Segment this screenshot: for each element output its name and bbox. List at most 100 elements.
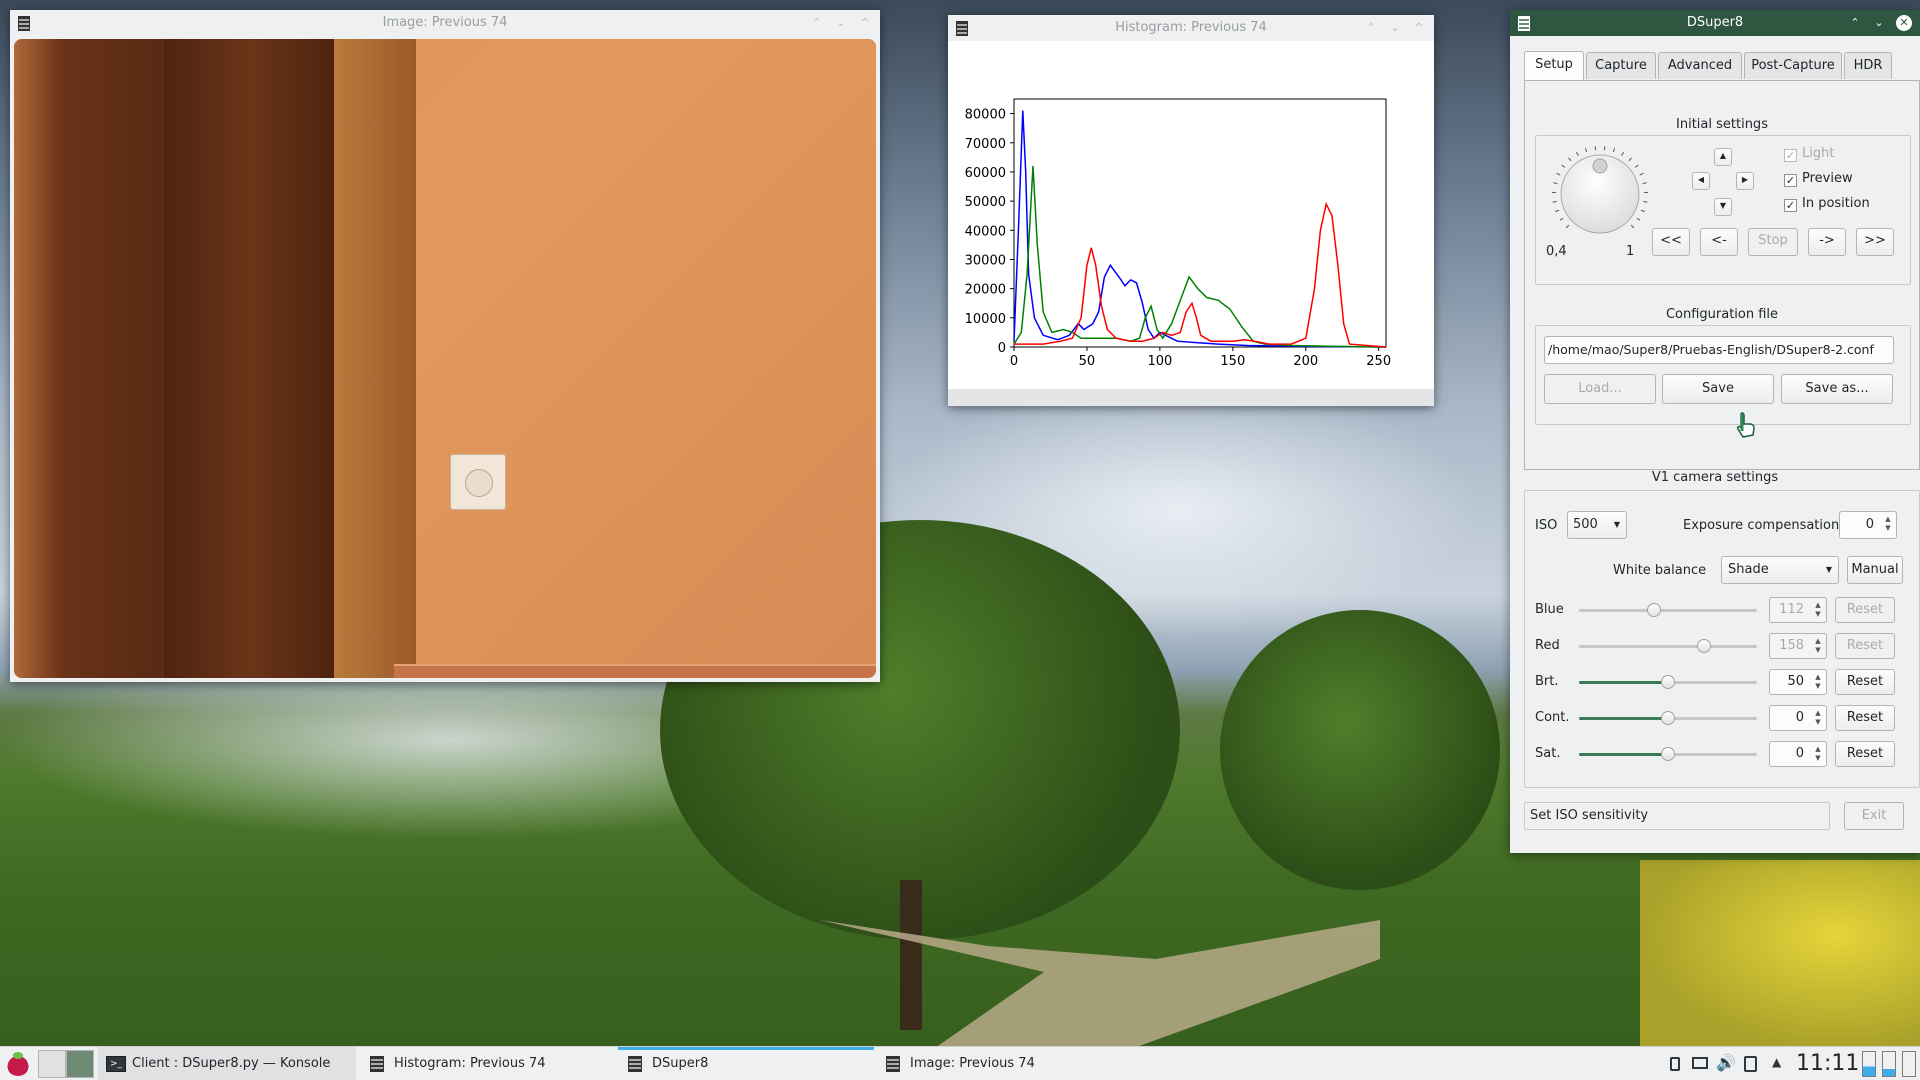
- tab-capture[interactable]: Capture: [1586, 52, 1656, 79]
- red-reset-button[interactable]: Reset: [1835, 633, 1895, 659]
- film-strip-icon: [1518, 16, 1530, 31]
- slider-handle[interactable]: [1661, 747, 1675, 761]
- image-window[interactable]: Image: Previous 74 ⌃ ⌄ ^: [10, 10, 880, 682]
- usb-icon[interactable]: [1670, 1057, 1680, 1071]
- captured-image: [14, 39, 876, 678]
- status-field: Set ISO sensitivity: [1524, 802, 1830, 830]
- clock[interactable]: 11:11: [1796, 1049, 1859, 1079]
- preview-checkbox[interactable]: ✓: [1784, 174, 1797, 187]
- blue-spinbox[interactable]: 112 ▲ ▼: [1769, 597, 1827, 623]
- spin-arrows-icon[interactable]: ▲ ▼: [1813, 637, 1823, 655]
- in-position-checkbox[interactable]: ✓: [1784, 199, 1797, 212]
- dial-tick: [1640, 209, 1645, 213]
- brt-reset-button[interactable]: Reset: [1835, 669, 1895, 695]
- forward-button[interactable]: ->: [1808, 228, 1846, 256]
- slider-handle[interactable]: [1661, 711, 1675, 725]
- keep-above-icon[interactable]: ⌃: [1848, 10, 1862, 36]
- rewind-fast-button[interactable]: <<: [1652, 228, 1690, 256]
- brt-slider[interactable]: [1579, 673, 1757, 691]
- task-dsuper8[interactable]: DSuper8: [618, 1047, 874, 1080]
- config-path-field[interactable]: /home/mao/Super8/Pruebas-English/DSuper8…: [1544, 336, 1894, 364]
- image-window-title: Image: Previous 74: [382, 15, 508, 30]
- image-window-titlebar[interactable]: Image: Previous 74 ⌃ ⌄ ^: [10, 10, 880, 36]
- dsuper8-window[interactable]: DSuper8 ⌃ ⌄ ✕ Setup Capture Advanced Pos…: [1510, 10, 1920, 853]
- film-strip-icon: [370, 1056, 384, 1072]
- minimize-icon[interactable]: ⌄: [1872, 10, 1886, 36]
- wallpaper-tree-small: [1220, 610, 1500, 890]
- brt-value: 50: [1787, 674, 1804, 689]
- x-tick-label: 200: [1293, 354, 1318, 369]
- tab-bar: Setup Capture Advanced Post-Capture HDR: [1524, 51, 1914, 80]
- task-konsole-label: Client : DSuper8.py — Konsole: [132, 1056, 331, 1071]
- tray-expand-icon[interactable]: ▲: [1772, 1055, 1781, 1069]
- maximize-icon[interactable]: ^: [1412, 15, 1426, 41]
- sat-value: 0: [1795, 746, 1804, 761]
- pager-desktop-2[interactable]: [66, 1050, 94, 1078]
- brt-spinbox[interactable]: 50 ▲ ▼: [1769, 669, 1827, 695]
- slider-handle[interactable]: [1661, 675, 1675, 689]
- slider-handle[interactable]: [1696, 639, 1711, 653]
- arrow-left-button[interactable]: ◀: [1692, 172, 1710, 190]
- cont-reset-button[interactable]: Reset: [1835, 705, 1895, 731]
- app-launcher-icon[interactable]: [6, 1052, 30, 1076]
- save-button[interactable]: Save: [1662, 374, 1774, 404]
- arrow-up-button[interactable]: ▲: [1714, 148, 1732, 166]
- initial-settings-group: 0,4 1 ▲ ◀ ▶ ▼ ✓ Light ✓ Preview ✓ In pos…: [1535, 135, 1911, 285]
- minimize-icon[interactable]: ⌄: [1388, 15, 1402, 41]
- forward-fast-button[interactable]: >>: [1856, 228, 1894, 256]
- slider-handle[interactable]: [1646, 603, 1661, 617]
- y-tick-label: 70000: [965, 137, 1006, 152]
- task-image[interactable]: Image: Previous 74: [876, 1047, 1132, 1080]
- dial-tick: [1630, 224, 1635, 229]
- blue-reset-button[interactable]: Reset: [1835, 597, 1895, 623]
- spin-arrows-icon[interactable]: ▲ ▼: [1813, 601, 1823, 619]
- rewind-button[interactable]: <-: [1700, 228, 1738, 256]
- tab-advanced[interactable]: Advanced: [1658, 52, 1742, 79]
- keep-above-icon[interactable]: ⌃: [810, 10, 824, 36]
- save-as-button[interactable]: Save as...: [1781, 374, 1893, 404]
- dial-tick: [1628, 157, 1632, 162]
- blue-value: 112: [1779, 602, 1804, 617]
- pager-desktop-1[interactable]: [38, 1050, 66, 1078]
- histogram-window[interactable]: Histogram: Previous 74 ⌃ ⌄ ^ 0 50 100 150 20…: [948, 15, 1434, 406]
- light-label: Light: [1802, 146, 1835, 161]
- cont-slider[interactable]: [1579, 709, 1757, 727]
- arrow-down-button[interactable]: ▼: [1714, 198, 1732, 216]
- cont-spinbox[interactable]: 0 ▲ ▼: [1769, 705, 1827, 731]
- dial-tick: [1561, 164, 1566, 168]
- red-slider[interactable]: [1579, 637, 1757, 655]
- dial-tick: [1568, 157, 1572, 162]
- spin-arrows-icon[interactable]: ▲ ▼: [1813, 673, 1823, 691]
- stop-button[interactable]: Stop: [1748, 228, 1798, 256]
- arrow-right-button[interactable]: ▶: [1736, 172, 1754, 190]
- red-spinbox[interactable]: 158 ▲ ▼: [1769, 633, 1827, 659]
- task-histogram[interactable]: Histogram: Previous 74: [360, 1047, 610, 1080]
- spin-arrows-icon[interactable]: ▲ ▼: [1813, 709, 1823, 727]
- histogram-canvas: 0 50 100 150 200 250 0 10000 20000 30000 40000 5000…: [948, 41, 1434, 389]
- maximize-icon[interactable]: ^: [858, 10, 872, 36]
- volume-icon[interactable]: 🔊: [1716, 1053, 1736, 1072]
- clipboard-icon[interactable]: [1744, 1056, 1757, 1072]
- sat-spinbox[interactable]: 0 ▲ ▼: [1769, 741, 1827, 767]
- dial-tick: [1565, 224, 1570, 229]
- x-tick-label: 50: [1079, 354, 1096, 369]
- histogram-window-titlebar[interactable]: Histogram: Previous 74 ⌃ ⌄ ^: [948, 15, 1434, 41]
- tab-post-capture[interactable]: Post-Capture: [1744, 52, 1842, 79]
- close-icon[interactable]: ✕: [1896, 15, 1912, 31]
- tab-setup[interactable]: Setup: [1524, 51, 1584, 80]
- network-icon[interactable]: [1692, 1057, 1708, 1069]
- tab-hdr[interactable]: HDR: [1844, 52, 1892, 79]
- dsuper8-titlebar[interactable]: DSuper8 ⌃ ⌄ ✕: [1510, 10, 1920, 36]
- minimize-icon[interactable]: ⌄: [834, 10, 848, 36]
- sat-slider[interactable]: [1579, 745, 1757, 763]
- sat-reset-button[interactable]: Reset: [1835, 741, 1895, 767]
- light-dial[interactable]: [1550, 144, 1650, 244]
- exit-button[interactable]: Exit: [1844, 802, 1904, 830]
- spin-arrows-icon[interactable]: ▲ ▼: [1813, 745, 1823, 763]
- keep-above-icon[interactable]: ⌃: [1364, 15, 1378, 41]
- light-checkbox[interactable]: ✓: [1784, 149, 1797, 162]
- task-konsole[interactable]: >_ Client : DSuper8.py — Konsole: [98, 1047, 356, 1080]
- blue-slider[interactable]: [1579, 601, 1757, 619]
- load-button[interactable]: Load...: [1544, 374, 1656, 404]
- in-position-label: In position: [1802, 196, 1870, 211]
